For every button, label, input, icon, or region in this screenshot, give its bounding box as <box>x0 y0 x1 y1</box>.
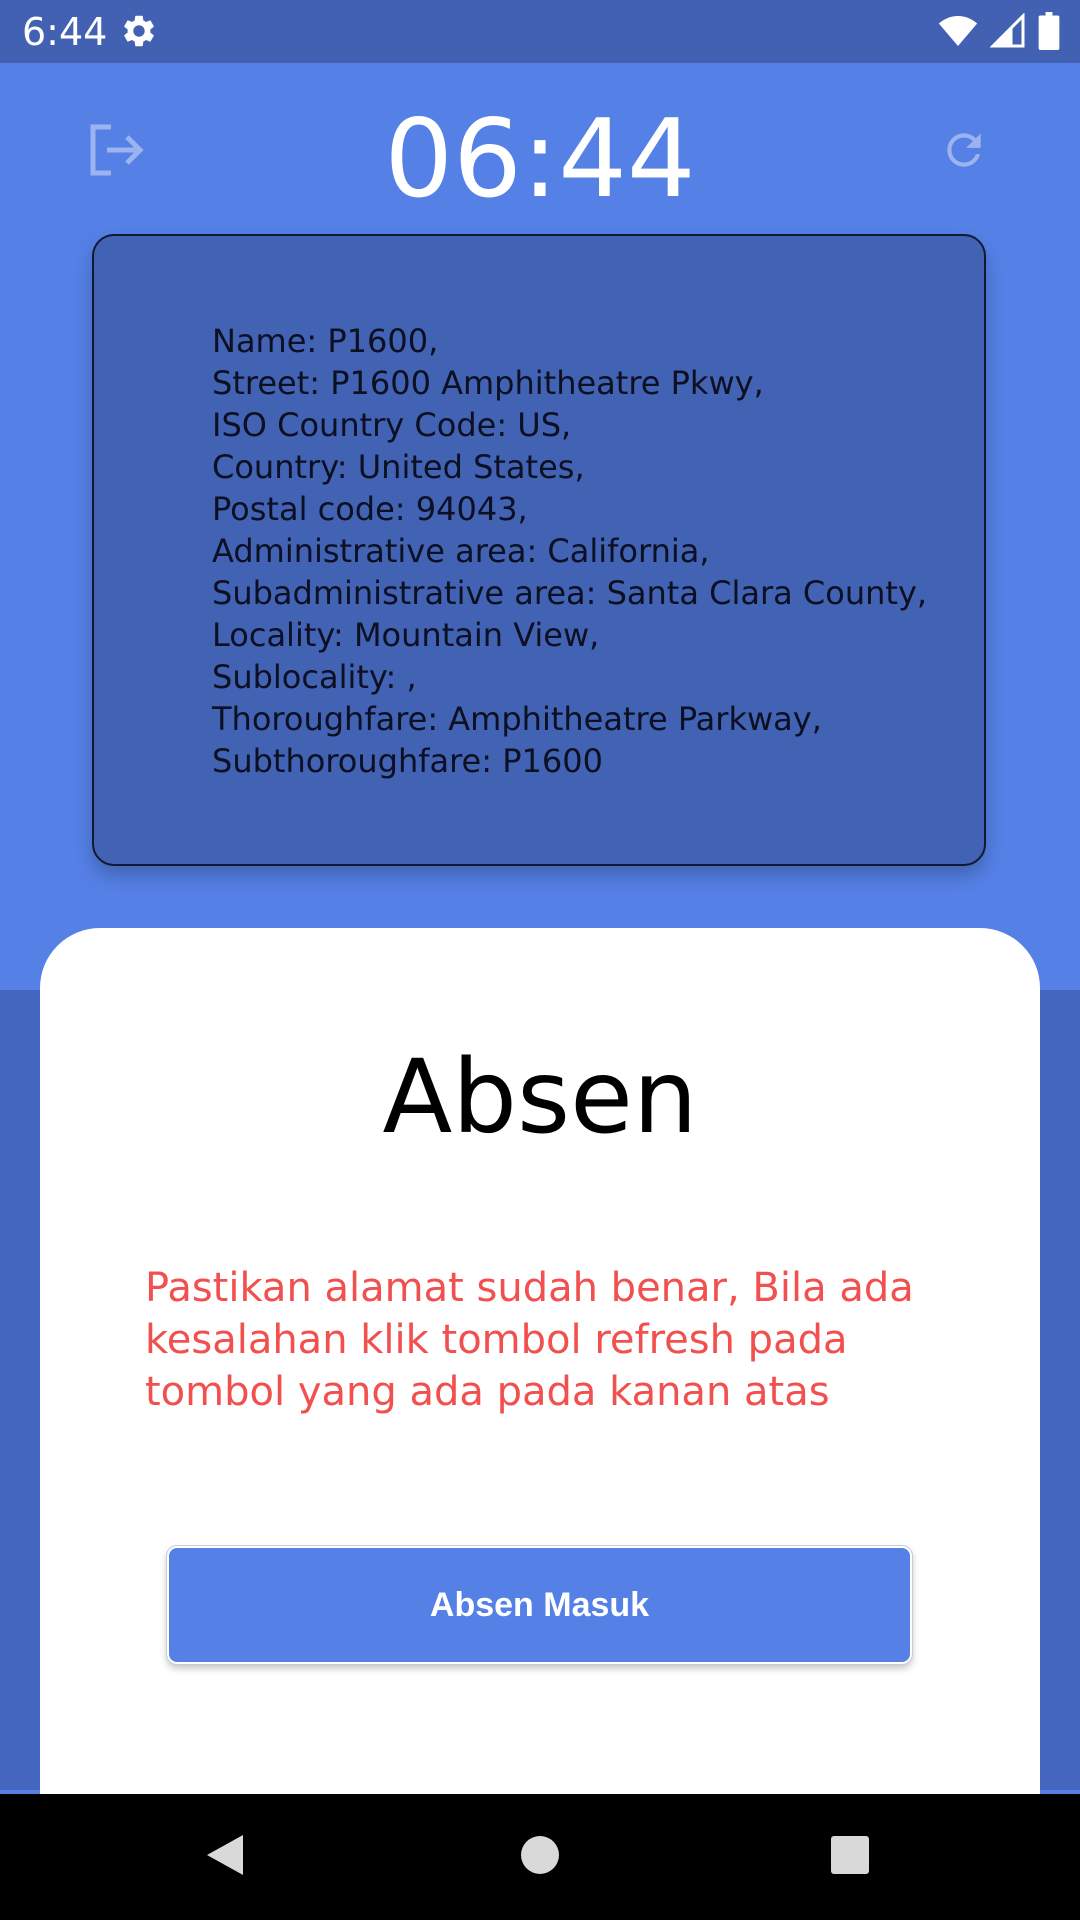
checkin-button[interactable]: Absen Masuk <box>166 1545 913 1665</box>
address-line-locality: Locality: Mountain View, <box>212 616 600 654</box>
home-icon <box>519 1834 561 1881</box>
recents-button[interactable] <box>815 1822 885 1892</box>
refresh-icon <box>939 125 989 180</box>
address-details: Name: P1600, Street: P1600 Amphitheatre … <box>212 320 927 782</box>
attendance-screen: 6:44 06:44 Name: P1600, Street: P1600 Am… <box>0 0 1080 1920</box>
address-line-street: Street: P1600 Amphitheatre Pkwy, <box>212 364 764 402</box>
back-button[interactable] <box>190 1822 260 1892</box>
panel-title: Absen <box>382 1038 698 1157</box>
recents-icon <box>830 1835 870 1880</box>
wifi-icon <box>938 13 978 54</box>
home-button[interactable] <box>505 1822 575 1892</box>
checkin-panel: Absen Pastikan alamat sudah benar, Bila … <box>40 928 1040 1828</box>
refresh-button[interactable] <box>928 116 1000 188</box>
address-line-subadministrative-area: Subadministrative area: Santa Clara Coun… <box>212 574 928 612</box>
status-time: 6:44 <box>22 10 108 54</box>
navigation-bar <box>0 1794 1080 1920</box>
warning-message: Pastikan alamat sudah benar, Bila ada ke… <box>145 1265 914 1415</box>
status-bar: 6:44 <box>0 0 1080 63</box>
status-icons <box>938 12 1060 55</box>
clock: 06:44 <box>384 97 696 222</box>
address-line-sublocality: Sublocality: , <box>212 658 417 696</box>
address-line-thoroughfare: Thoroughfare: Amphitheatre Parkway, <box>212 700 822 738</box>
back-icon <box>203 1831 247 1884</box>
address-card: Name: P1600, Street: P1600 Amphitheatre … <box>92 234 986 866</box>
battery-icon <box>1038 12 1060 55</box>
address-line-postal-code: Postal code: 94043, <box>212 490 528 528</box>
address-line-name: Name: P1600, <box>212 322 439 360</box>
address-line-country: Country: United States, <box>212 448 585 486</box>
address-line-iso-country-code: ISO Country Code: US, <box>212 406 572 444</box>
signal-icon <box>989 12 1026 54</box>
address-line-administrative-area: Administrative area: California, <box>212 532 710 570</box>
address-line-subthoroughfare: Subthoroughfare: P1600 <box>212 742 603 780</box>
gear-icon <box>120 12 158 50</box>
